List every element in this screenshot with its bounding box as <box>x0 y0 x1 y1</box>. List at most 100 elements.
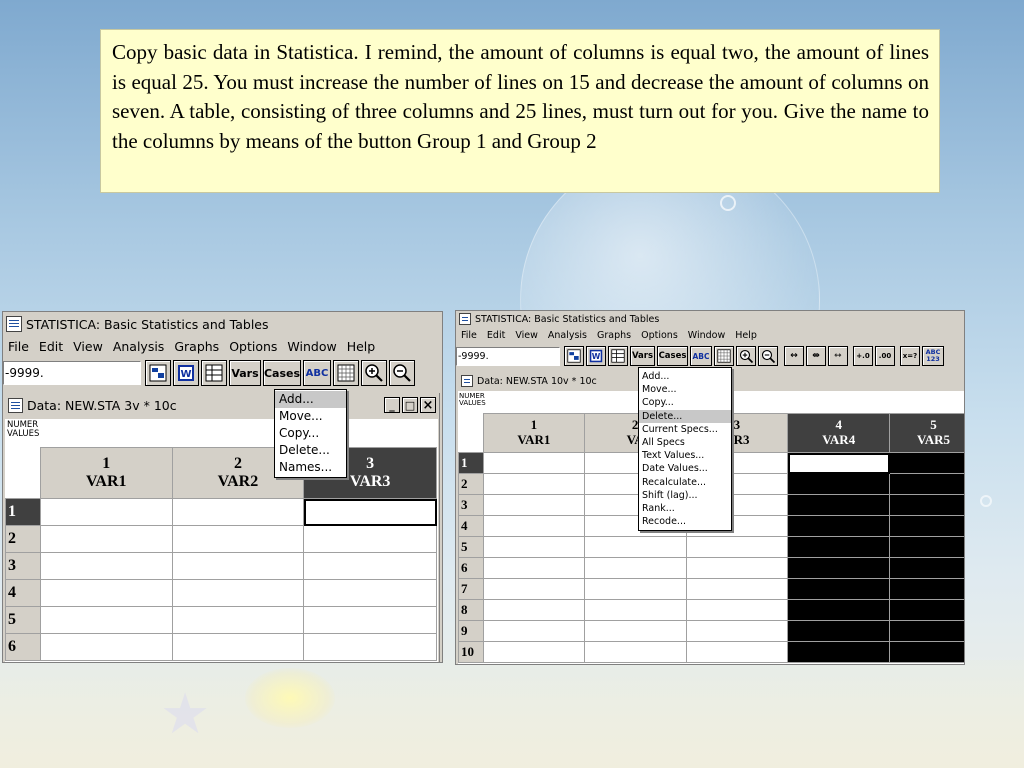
cases-button[interactable]: Cases <box>657 346 688 366</box>
menu-window[interactable]: Window <box>282 336 341 358</box>
table-cell[interactable] <box>171 579 305 607</box>
table-cell[interactable] <box>685 641 789 663</box>
table-cell[interactable] <box>303 552 437 580</box>
decrease-decimals-icon[interactable]: .00 <box>875 346 895 366</box>
table-cell[interactable] <box>303 579 437 607</box>
spreadsheet-icon[interactable] <box>145 360 171 386</box>
table-cell[interactable] <box>39 498 173 526</box>
menu-item-recalculate[interactable]: Recalculate... <box>639 476 731 489</box>
close-button[interactable]: × <box>420 397 436 413</box>
selected-cell[interactable] <box>889 620 964 642</box>
increase-decimals-icon[interactable]: +.0 <box>853 346 873 366</box>
table-cell[interactable] <box>482 578 585 600</box>
title-bar[interactable]: STATISTICA: Basic Statistics and Tables <box>3 312 442 336</box>
table-cell[interactable] <box>482 620 585 642</box>
menu-analysis[interactable]: Analysis <box>543 327 592 344</box>
row-header[interactable]: 10 <box>458 641 484 663</box>
title-bar[interactable]: STATISTICA: Basic Statistics and Tables <box>456 311 964 327</box>
table-cell[interactable] <box>583 557 687 579</box>
minimize-button[interactable]: _ <box>384 397 400 413</box>
menu-item-move[interactable]: Move... <box>639 383 731 396</box>
table-cell[interactable] <box>685 536 789 558</box>
menu-item-add[interactable]: Add... <box>275 391 346 408</box>
menu-item-all-specs[interactable]: All Specs <box>639 436 731 449</box>
table-cell[interactable] <box>171 552 305 580</box>
table-cell[interactable] <box>685 557 789 579</box>
abc-button[interactable]: ABC <box>303 360 331 386</box>
restore-button[interactable]: □ <box>402 397 418 413</box>
row-header[interactable]: 1 <box>458 452 484 474</box>
table-cell[interactable] <box>583 599 687 621</box>
table-cell[interactable] <box>303 525 437 553</box>
fit-columns-icon[interactable]: ⇹ <box>806 346 826 366</box>
menu-item-move[interactable]: Move... <box>275 408 346 425</box>
column-width-icon[interactable]: ↔ <box>784 346 804 366</box>
row-header[interactable]: 3 <box>5 552 41 580</box>
zoom-out-icon[interactable] <box>758 346 778 366</box>
menu-help[interactable]: Help <box>730 327 762 344</box>
menu-item-shift-lag[interactable]: Shift (lag)... <box>639 489 731 502</box>
table-cell[interactable] <box>583 620 687 642</box>
row-header[interactable]: 9 <box>458 620 484 642</box>
table-cell[interactable] <box>583 536 687 558</box>
value-input[interactable]: -9999. <box>456 346 560 366</box>
menu-file[interactable]: File <box>3 336 34 358</box>
menu-item-add[interactable]: Add... <box>639 370 731 383</box>
column-header-var1[interactable]: 1 VAR1 <box>39 447 173 499</box>
menu-item-current-specs[interactable]: Current Specs... <box>639 423 731 436</box>
table-cell[interactable] <box>482 515 585 537</box>
menu-item-rank[interactable]: Rank... <box>639 502 731 515</box>
selected-cell[interactable] <box>889 515 964 537</box>
selected-cell[interactable] <box>787 536 891 558</box>
active-cell[interactable] <box>787 452 891 474</box>
table-cell[interactable] <box>482 557 585 579</box>
zoom-in-icon[interactable] <box>736 346 756 366</box>
word-icon[interactable]: W <box>586 346 606 366</box>
table-cell[interactable] <box>583 641 687 663</box>
grid-icon[interactable] <box>333 360 359 386</box>
table-cell[interactable] <box>482 473 585 495</box>
selected-cell[interactable] <box>889 452 964 474</box>
all-columns-icon[interactable]: ⇿ <box>828 346 848 366</box>
table-cell[interactable] <box>685 578 789 600</box>
vars-button[interactable]: Vars <box>630 346 655 366</box>
column-header-var1[interactable]: 1 VAR1 <box>482 413 585 453</box>
column-header-var5[interactable]: 5 VAR5 <box>889 413 964 453</box>
row-header[interactable]: 5 <box>458 536 484 558</box>
table-cell[interactable] <box>685 620 789 642</box>
selected-cell[interactable] <box>787 515 891 537</box>
menu-edit[interactable]: Edit <box>482 327 510 344</box>
table-cell[interactable] <box>583 578 687 600</box>
selected-cell[interactable] <box>889 641 964 663</box>
menu-options[interactable]: Options <box>224 336 282 358</box>
row-header[interactable]: 4 <box>5 579 41 607</box>
menu-item-delete[interactable]: Delete... <box>275 442 346 459</box>
word-icon[interactable]: W <box>173 360 199 386</box>
menu-window[interactable]: Window <box>683 327 730 344</box>
selected-cell[interactable] <box>889 599 964 621</box>
table-cell[interactable] <box>39 633 173 661</box>
vertical-scrollbar[interactable] <box>439 393 442 662</box>
missing-data-button[interactable]: x=? <box>900 346 920 366</box>
row-header[interactable]: 1 <box>5 498 41 526</box>
row-header[interactable]: 5 <box>5 606 41 634</box>
table-cell[interactable] <box>482 641 585 663</box>
zoom-in-icon[interactable] <box>361 360 387 386</box>
menu-analysis[interactable]: Analysis <box>108 336 170 358</box>
table-cell[interactable] <box>171 633 305 661</box>
menu-view[interactable]: View <box>68 336 108 358</box>
selected-cell[interactable] <box>787 599 891 621</box>
menu-item-recode[interactable]: Recode... <box>639 515 731 528</box>
table-cell[interactable] <box>482 599 585 621</box>
selected-cell[interactable] <box>787 578 891 600</box>
row-header[interactable]: 8 <box>458 599 484 621</box>
menu-graphs[interactable]: Graphs <box>592 327 636 344</box>
row-header[interactable]: 3 <box>458 494 484 516</box>
row-header[interactable]: 4 <box>458 515 484 537</box>
table-cell[interactable] <box>171 525 305 553</box>
spreadsheet-icon[interactable] <box>564 346 584 366</box>
selected-cell[interactable] <box>787 641 891 663</box>
menu-item-copy[interactable]: Copy... <box>639 396 731 409</box>
grid-icon[interactable] <box>714 346 734 366</box>
selected-cell[interactable] <box>787 620 891 642</box>
